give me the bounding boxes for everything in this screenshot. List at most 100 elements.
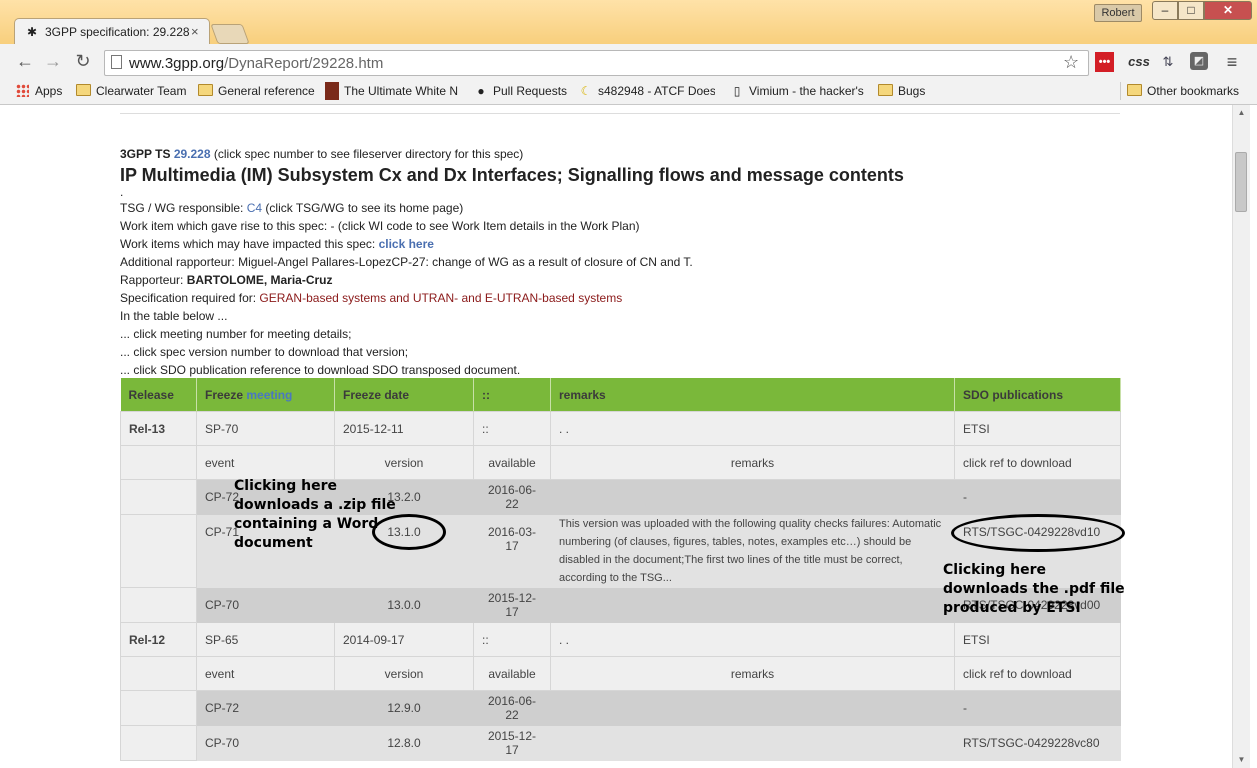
event-link[interactable]: CP-70	[196, 587, 335, 623]
hint-version: ... click spec version number to downloa…	[120, 345, 409, 359]
sdo-ref-link[interactable]: RTS/TSGC-0429228vc80	[954, 725, 1121, 761]
blank-cell	[120, 479, 197, 515]
available-date: 2015-12-17	[473, 725, 551, 761]
back-arrow-icon[interactable]: ←	[14, 51, 36, 72]
blank-cell	[120, 656, 197, 691]
version-remarks	[550, 587, 955, 623]
bookmark-ultimate-white[interactable]: ■ The Ultimate White N	[325, 82, 461, 100]
page-icon: ▯	[733, 84, 741, 98]
click-here-link[interactable]: click here	[379, 237, 434, 251]
blank-cell	[120, 587, 197, 623]
extension-box-icon[interactable]: ◩	[1190, 52, 1208, 70]
impacted-line: Work items which may have impacted this …	[120, 235, 1120, 253]
col-remarks: remarks	[550, 378, 955, 412]
spec-number-link[interactable]: 29.228	[174, 147, 211, 161]
new-tab-button[interactable]	[210, 24, 250, 44]
required-label: Specification required for:	[120, 291, 257, 305]
bookmark-separator	[1120, 82, 1121, 100]
folder-icon	[76, 84, 91, 96]
bookmark-apps[interactable]: Apps	[16, 82, 62, 100]
profile-button[interactable]: Robert	[1094, 4, 1142, 22]
divider	[120, 113, 1120, 114]
download-extension-icon[interactable]: ⇅	[1158, 52, 1178, 72]
maximize-button[interactable]: □	[1178, 1, 1204, 20]
bookmark-vimium[interactable]: ▯ Vimium - the hacker's	[730, 82, 866, 100]
hint-meeting: ... click meeting number for meeting det…	[120, 327, 352, 341]
version-link[interactable]: 12.8.0	[334, 725, 474, 761]
forward-arrow-icon[interactable]: →	[42, 51, 64, 72]
page-icon	[111, 55, 122, 69]
bookmark-pull-requests[interactable]: ● Pull Requests	[474, 82, 567, 100]
col-release: Release	[120, 378, 197, 412]
bookmark-bugs[interactable]: Bugs	[878, 82, 925, 100]
release-row: Rel-12 SP-65 2014-09-17 :: . . ETSI	[120, 622, 1121, 657]
tab-title: 3GPP specification: 29.228	[45, 25, 190, 39]
table-header-row: Release Freeze meeting Freeze date :: re…	[120, 378, 1121, 412]
page-viewport: 3GPP TS 29.228 (click spec number to see…	[8, 105, 1232, 768]
meeting-cell: SP-70	[196, 411, 335, 446]
scrollbar-thumb[interactable]	[1235, 152, 1247, 212]
spec-prefix: 3GPP TS	[120, 147, 171, 161]
url-text: www.3gpp.org/DynaReport/29228.htm	[129, 55, 384, 72]
close-tab-icon[interactable]: ×	[191, 24, 199, 39]
version-label: version	[334, 445, 474, 480]
col-freeze-meeting: Freeze meeting	[196, 378, 335, 412]
vertical-scrollbar[interactable]: ▲ ▼	[1232, 105, 1250, 768]
colons-cell: ::	[473, 411, 551, 446]
sdo-ref: -	[954, 690, 1121, 726]
work-item-line: Work item which gave rise to this spec: …	[120, 219, 640, 233]
sdo-cell: ETSI	[954, 622, 1121, 657]
folder-icon	[198, 84, 213, 96]
blank-cell	[120, 725, 197, 761]
bookmark-clearwater-team[interactable]: Clearwater Team	[76, 82, 186, 100]
meeting-cell: SP-65	[196, 622, 335, 657]
scroll-down-arrow-icon[interactable]: ▼	[1233, 752, 1250, 768]
version-remarks: This version was uploaded with the follo…	[550, 514, 955, 588]
address-bar[interactable]: www.3gpp.org/DynaReport/29228.htm ☆	[104, 50, 1089, 76]
colons-cell: ::	[473, 622, 551, 657]
close-window-button[interactable]: ✕	[1204, 1, 1252, 20]
remarks-label: remarks	[550, 656, 955, 691]
other-bookmarks[interactable]: Other bookmarks	[1127, 82, 1239, 100]
sdo-ref: -	[954, 479, 1121, 515]
version-remarks	[550, 690, 955, 726]
browser-tab[interactable]: ✱ 3GPP specification: 29.228 ×	[14, 18, 210, 44]
release-cell: Rel-12	[120, 622, 197, 657]
freeze-date-cell: 2014-09-17	[334, 622, 474, 657]
tsg-line: TSG / WG responsible: C4 (click TSG/WG t…	[120, 199, 1120, 217]
minimize-button[interactable]: –	[1152, 1, 1178, 20]
version-header-row: event version available remarks click re…	[120, 445, 1121, 480]
version-link[interactable]: 12.9.0	[334, 690, 474, 726]
event-link[interactable]: CP-72	[196, 690, 335, 726]
rapporteur-line: Rapporteur: BARTOLOME, Maria-Cruz	[120, 271, 1120, 289]
version-highlight-ellipse	[372, 514, 446, 550]
version-header-row: event version available remarks click re…	[120, 656, 1121, 691]
release-row: Rel-13 SP-70 2015-12-11 :: . . ETSI	[120, 411, 1121, 446]
folder-icon	[1127, 84, 1142, 96]
version-label: version	[334, 656, 474, 691]
bookmark-star-icon[interactable]: ☆	[1063, 52, 1079, 73]
spec-info: 3GPP TS 29.228 (click spec number to see…	[120, 145, 1120, 379]
hint-sdo: ... click SDO publication reference to d…	[120, 363, 521, 377]
version-link[interactable]: 13.0.0	[334, 587, 474, 623]
scroll-up-arrow-icon[interactable]: ▲	[1233, 105, 1250, 121]
release-cell: Rel-13	[120, 411, 197, 446]
spider-logo-icon: ✱	[27, 25, 38, 39]
css-extension-icon[interactable]: css	[1127, 52, 1151, 72]
reload-icon[interactable]: ↻	[72, 51, 94, 72]
available-date: 2016-03-17	[473, 514, 551, 588]
menu-icon[interactable]: ≡	[1222, 52, 1242, 72]
version-remarks	[550, 479, 955, 515]
col-freeze-date: Freeze date	[334, 378, 474, 412]
version-remarks	[550, 725, 955, 761]
col-sdo: SDO publications	[954, 378, 1121, 412]
remarks-label: remarks	[550, 445, 955, 480]
available-date: 2016-06-22	[473, 479, 551, 515]
bookmark-general-reference[interactable]: General reference	[198, 82, 315, 100]
meeting-link[interactable]: meeting	[246, 388, 292, 402]
tsg-link[interactable]: C4	[247, 201, 262, 215]
bookmark-atcf[interactable]: ☾ s482948 - ATCF Does	[579, 82, 715, 100]
event-link[interactable]: CP-70	[196, 725, 335, 761]
download-label: click ref to download	[954, 656, 1121, 691]
extension-red-icon[interactable]: •••	[1095, 52, 1114, 72]
